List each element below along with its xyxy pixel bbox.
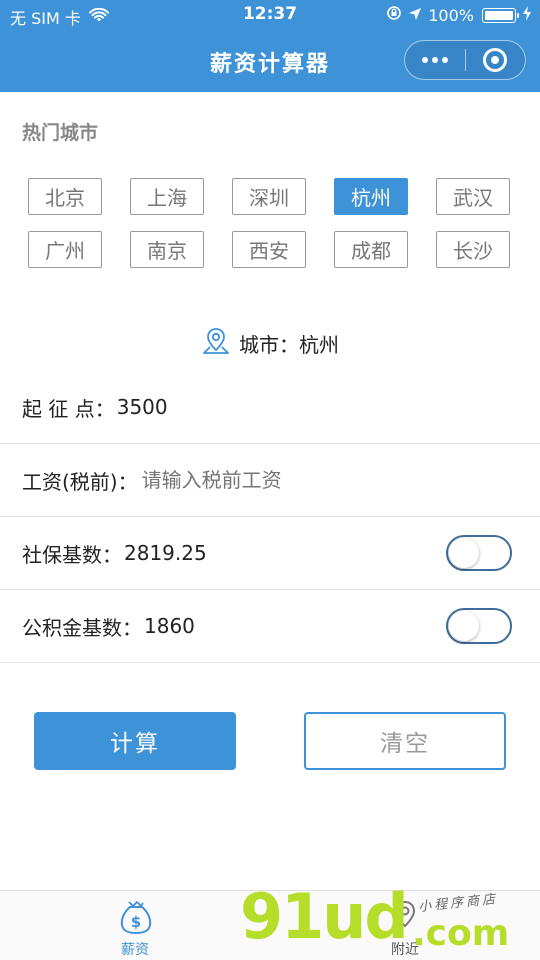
status-left: 无 SIM 卡 (10, 5, 109, 29)
salary-row: 工资(税前)： (0, 444, 540, 517)
city-button-changsha[interactable]: 长沙 (436, 231, 510, 268)
social-security-label: 社保基数： (22, 542, 122, 567)
nearby-pin-icon (365, 897, 445, 937)
housing-fund-value: 1860 (144, 614, 195, 638)
city-button-xian[interactable]: 西安 (232, 231, 306, 268)
wifi-icon (88, 7, 109, 27)
city-button-shenzhen[interactable]: 深圳 (232, 178, 306, 215)
city-button-chengdu[interactable]: 成都 (334, 231, 408, 268)
close-mini-program-button[interactable] (466, 41, 526, 79)
money-bag-icon: $ (95, 897, 175, 937)
location-pin-icon (201, 326, 231, 361)
current-city-label: 城市： (239, 333, 299, 357)
location-arrow-icon (408, 6, 422, 25)
more-button[interactable] (405, 41, 465, 79)
hot-cities-title: 热门城市 (22, 122, 99, 144)
rotation-lock-icon (386, 5, 402, 25)
tab-bar: $ 薪资 附近 (0, 890, 540, 960)
battery-percent: 100% (428, 5, 474, 25)
status-bar: 无 SIM 卡 12:37 100% (0, 0, 540, 30)
housing-fund-row: 公积金基数： 1860 (0, 590, 540, 663)
tab-nearby-label: 附近 (391, 942, 419, 958)
social-security-row: 社保基数： 2819.25 (0, 517, 540, 590)
current-city: 城市： 杭州 (0, 326, 540, 361)
current-city-value: 杭州 (299, 333, 339, 357)
nav-bar: 薪资计算器 (0, 30, 540, 92)
mini-program-capsule (404, 40, 526, 80)
tab-nearby[interactable]: 附近 (365, 897, 445, 959)
svg-text:$: $ (131, 913, 141, 931)
calculate-button[interactable]: 计算 (34, 712, 236, 770)
more-dots-icon (421, 57, 448, 63)
housing-fund-toggle[interactable] (446, 608, 512, 644)
city-button-shanghai[interactable]: 上海 (130, 178, 204, 215)
housing-fund-label: 公积金基数： (22, 615, 142, 640)
city-grid: 北京 上海 深圳 杭州 武汉 广州 南京 西安 成都 长沙 (28, 178, 512, 268)
salary-input[interactable] (141, 468, 442, 492)
charging-icon (522, 5, 532, 25)
status-right: 100% (386, 5, 532, 25)
salary-label: 工资(税前)： (22, 469, 138, 494)
threshold-value: 3500 (116, 395, 168, 419)
tab-salary[interactable]: $ 薪资 (95, 897, 175, 959)
target-icon (483, 48, 508, 72)
clear-button[interactable]: 清空 (304, 712, 506, 770)
threshold-row: 起 征 点： 3500 (0, 371, 540, 444)
tab-salary-label: 薪资 (121, 942, 149, 958)
city-button-beijing[interactable]: 北京 (28, 178, 102, 215)
carrier-text: 无 SIM 卡 (10, 9, 81, 28)
city-button-guangzhou[interactable]: 广州 (28, 231, 102, 268)
city-button-nanjing[interactable]: 南京 (130, 231, 204, 268)
battery-icon (482, 7, 519, 23)
city-button-hangzhou[interactable]: 杭州 (334, 178, 408, 215)
threshold-label: 起 征 点： (22, 396, 115, 421)
social-security-value: 2819.25 (124, 541, 207, 565)
social-security-toggle[interactable] (446, 535, 512, 571)
city-button-wuhan[interactable]: 武汉 (436, 178, 510, 215)
